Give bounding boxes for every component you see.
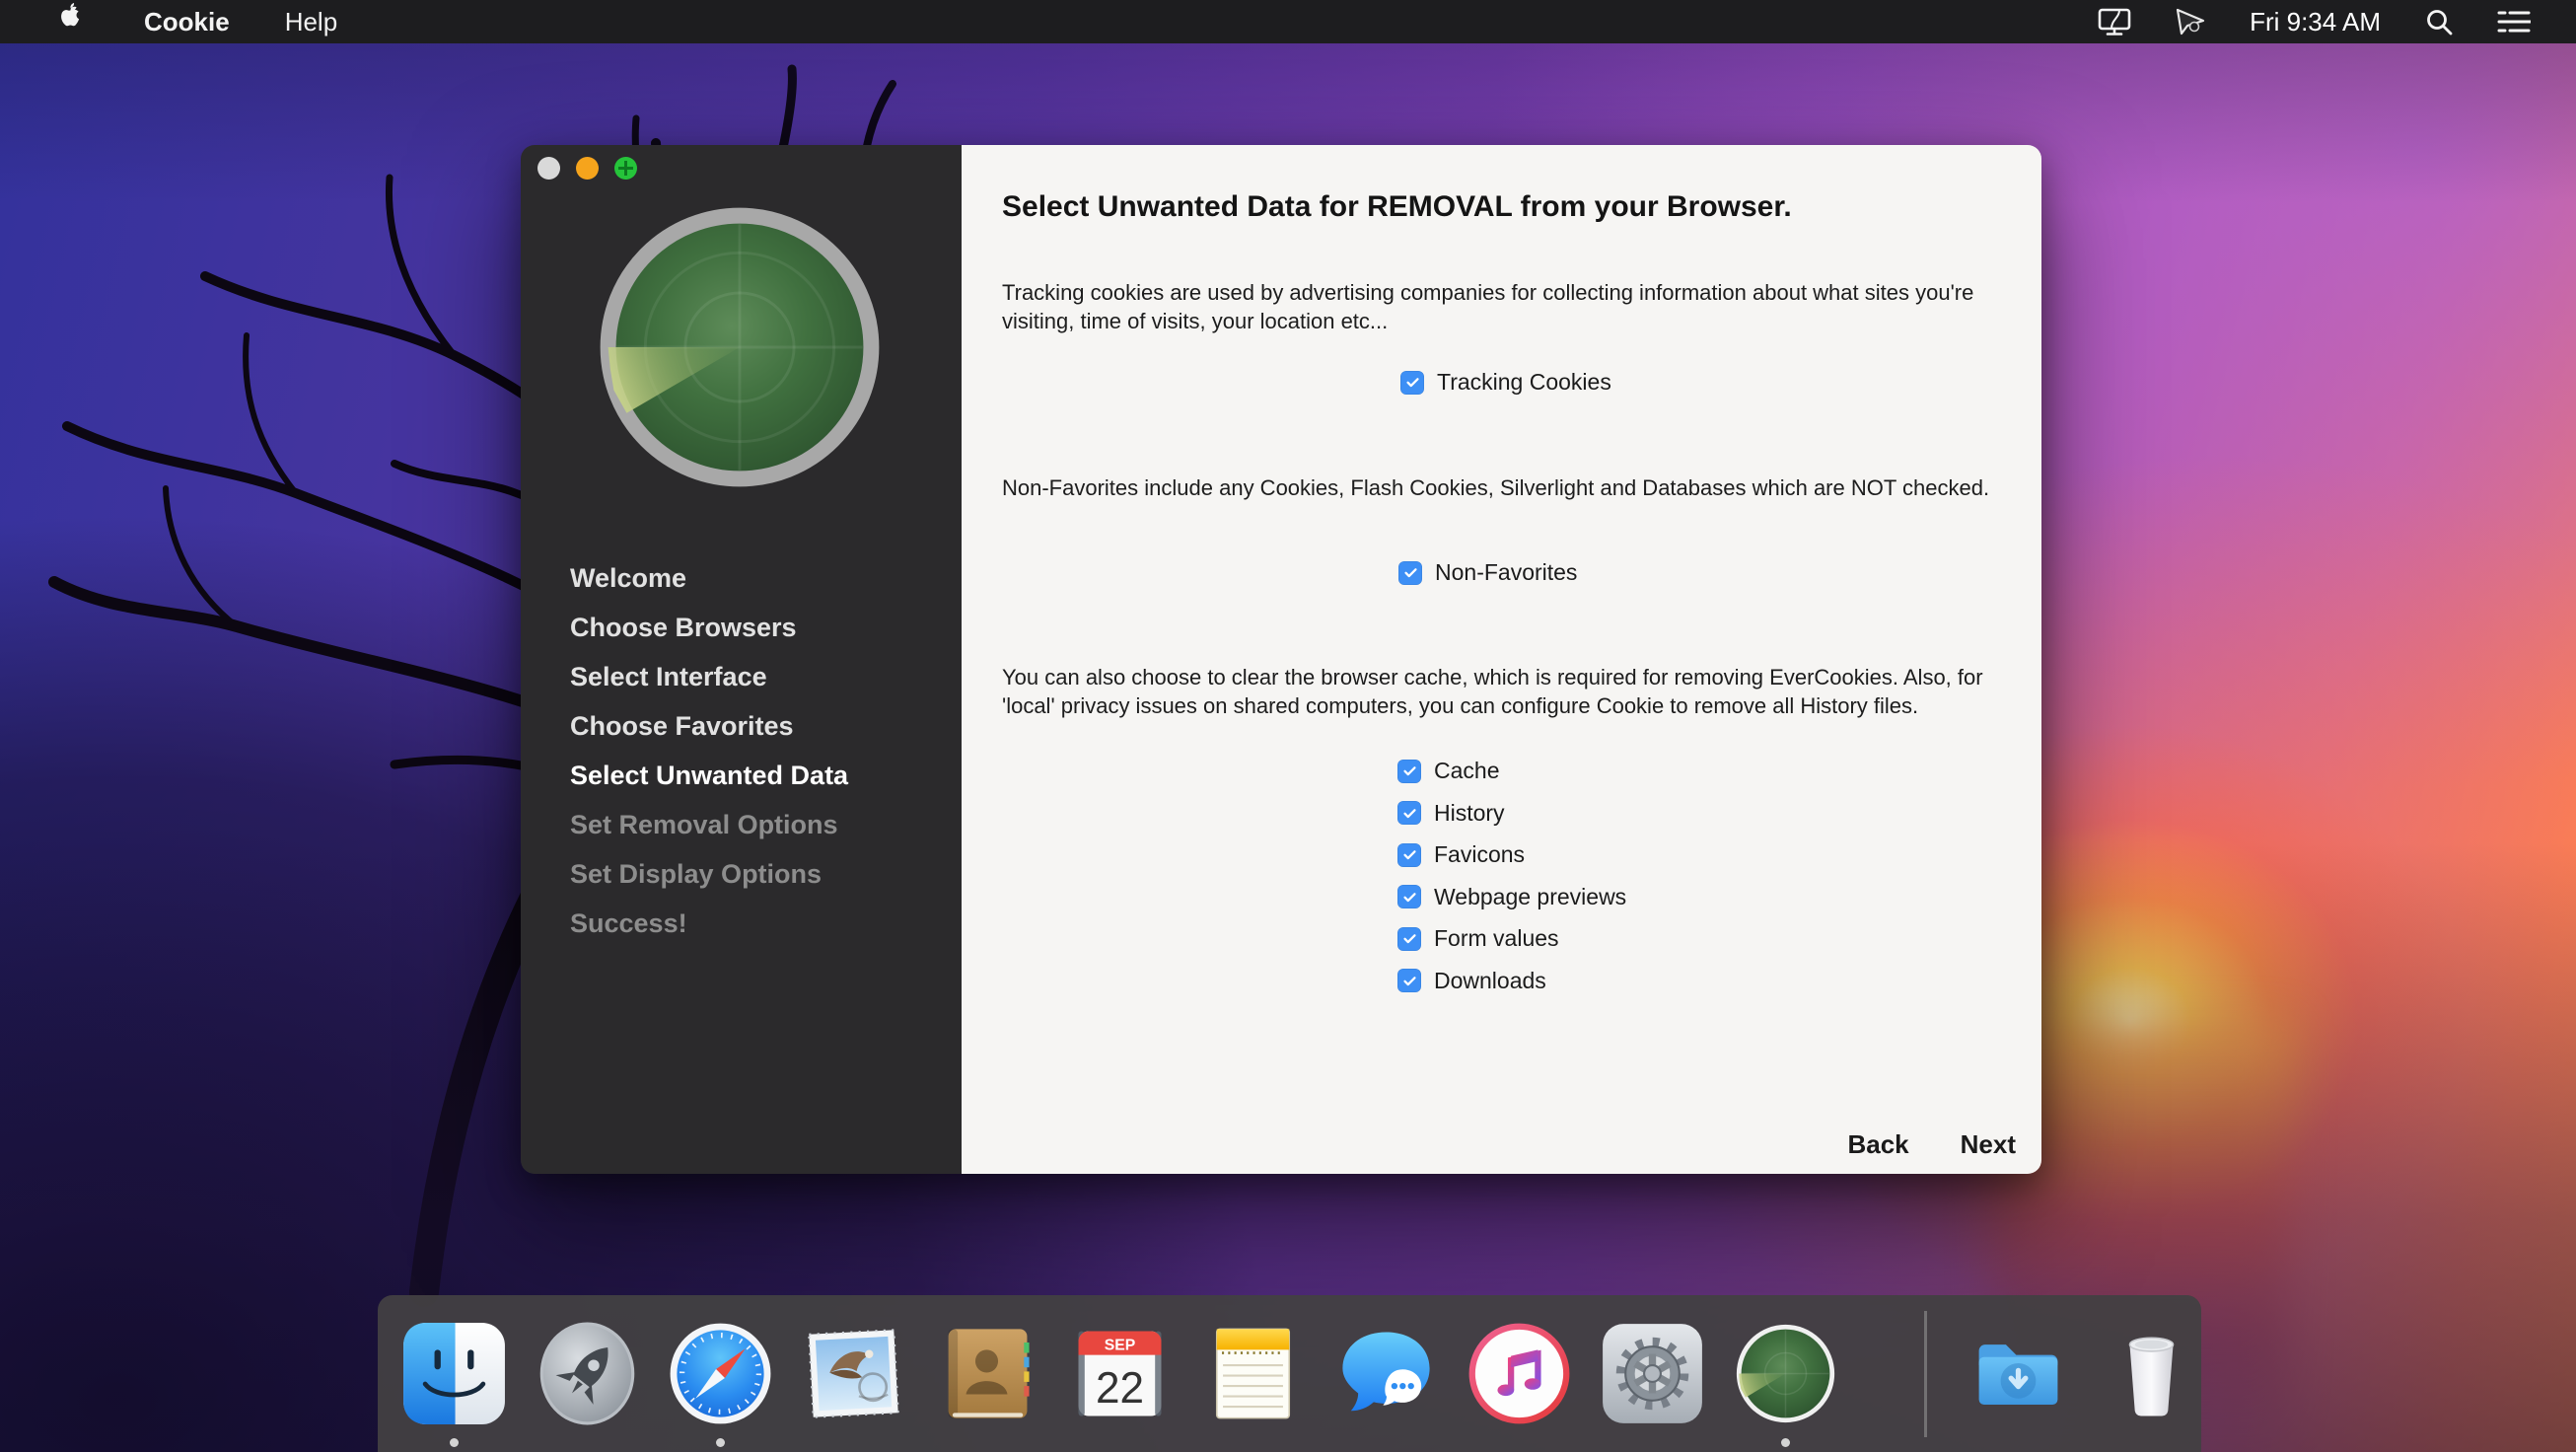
messages-icon [1334, 1322, 1438, 1425]
webpage-previews-label: Webpage previews [1434, 884, 1626, 910]
wizard-footer: Back Next [1847, 1129, 2016, 1160]
tracking-cookies-label: Tracking Cookies [1437, 369, 1611, 396]
step-success: Success! [570, 899, 848, 948]
dock: SEP 22 [378, 1295, 2201, 1452]
desktop: Cookie Help Fri 9:34 AM [0, 0, 2576, 1452]
downloads-label: Downloads [1434, 968, 1546, 994]
safari-icon [669, 1322, 772, 1425]
notes-icon [1201, 1322, 1305, 1425]
running-indicator [1781, 1438, 1790, 1447]
tracking-description: Tracking cookies are used by advertising… [1002, 279, 2003, 335]
radar-icon [597, 204, 883, 495]
finder-icon [402, 1322, 506, 1425]
running-indicator [450, 1438, 459, 1447]
page-title: Select Unwanted Data for REMOVAL from yo… [1002, 190, 1792, 224]
apple-menu[interactable] [34, 0, 112, 43]
favicons-row: Favicons [1397, 841, 1626, 868]
wizard-steps: WelcomeChoose BrowsersSelect InterfaceCh… [570, 553, 848, 948]
search-icon[interactable] [2424, 7, 2454, 36]
step-set-removal-options: Set Removal Options [570, 800, 848, 849]
running-indicator [716, 1438, 725, 1447]
traffic-lights [537, 157, 637, 180]
zoom-button[interactable] [614, 157, 637, 180]
nonfavorites-label: Non-Favorites [1435, 559, 1577, 586]
dock-item-messages[interactable] [1334, 1322, 1438, 1425]
menu-bar-clock[interactable]: Fri 9:34 AM [2250, 7, 2381, 37]
step-choose-favorites: Choose Favorites [570, 701, 848, 751]
calendar-day-label: 22 [1096, 1364, 1144, 1413]
trash-icon [2100, 1322, 2203, 1425]
dock-item-notes[interactable] [1201, 1322, 1305, 1425]
launchpad-icon [536, 1322, 639, 1425]
dock-item-calendar[interactable]: SEP 22 [1068, 1322, 1172, 1425]
back-button[interactable]: Back [1847, 1129, 1908, 1160]
nonfavorites-row: Non-Favorites [1398, 559, 1577, 586]
menu-item-cookie[interactable]: Cookie [120, 0, 253, 43]
minimize-button[interactable] [576, 157, 599, 180]
form-values-label: Form values [1434, 925, 1559, 952]
window-sidebar: WelcomeChoose BrowsersSelect InterfaceCh… [521, 145, 962, 1174]
dock-item-safari[interactable] [669, 1322, 772, 1425]
system-preferences-icon [1601, 1322, 1704, 1425]
step-select-unwanted-data: Select Unwanted Data [570, 751, 848, 800]
tracking-cookies-checkbox[interactable] [1400, 371, 1424, 395]
form-values-checkbox[interactable] [1397, 927, 1421, 951]
itunes-icon [1467, 1322, 1571, 1425]
dock-item-itunes[interactable] [1467, 1322, 1571, 1425]
calendar-icon: SEP 22 [1068, 1322, 1172, 1425]
dock-separator [1924, 1311, 1927, 1437]
webpage-previews-row: Webpage previews [1397, 884, 1626, 910]
cache-checkbox[interactable] [1397, 760, 1421, 783]
dock-item-contacts[interactable] [935, 1322, 1038, 1425]
webpage-previews-checkbox[interactable] [1397, 885, 1421, 908]
tracking-cookies-row: Tracking Cookies [1400, 369, 1611, 396]
step-choose-browsers: Choose Browsers [570, 603, 848, 652]
nonfavorites-checkbox[interactable] [1398, 561, 1422, 585]
nonfavorites-description: Non-Favorites include any Cookies, Flash… [1002, 474, 2003, 503]
window-content: Select Unwanted Data for REMOVAL from yo… [962, 145, 2041, 1174]
downloads-folder-icon [1967, 1322, 2070, 1425]
dock-item-downloads-folder[interactable] [1967, 1322, 2070, 1425]
menu-bar-status-area: Fri 9:34 AM [2098, 7, 2576, 37]
dock-item-launchpad[interactable] [536, 1322, 639, 1425]
cookie-setup-window: WelcomeChoose BrowsersSelect InterfaceCh… [521, 145, 2041, 1174]
display-icon[interactable] [2098, 7, 2131, 36]
step-select-interface: Select Interface [570, 652, 848, 701]
step-set-display-options: Set Display Options [570, 849, 848, 899]
history-label: History [1434, 800, 1505, 827]
pointer-status-icon[interactable] [2175, 7, 2206, 36]
menu-bar-left: Cookie Help [0, 0, 361, 43]
mail-icon [802, 1322, 905, 1425]
history-row: History [1397, 800, 1626, 827]
menu-item-help[interactable]: Help [261, 0, 361, 43]
dock-item-cookie[interactable] [1734, 1322, 1837, 1425]
cache-label: Cache [1434, 758, 1499, 784]
dock-item-trash[interactable] [2100, 1322, 2203, 1425]
apple-icon [57, 1, 83, 31]
contacts-icon [935, 1322, 1038, 1425]
downloads-checkbox[interactable] [1397, 969, 1421, 992]
notification-list-icon[interactable] [2497, 8, 2531, 36]
dock-item-finder[interactable] [402, 1322, 506, 1425]
menu-bar: Cookie Help Fri 9:34 AM [0, 0, 2576, 43]
calendar-month-label: SEP [1105, 1337, 1135, 1353]
dock-item-system-preferences[interactable] [1601, 1322, 1704, 1425]
favicons-label: Favicons [1434, 841, 1525, 868]
cache-row: Cache [1397, 758, 1626, 784]
close-button[interactable] [537, 157, 560, 180]
form-values-row: Form values [1397, 925, 1626, 952]
next-button[interactable]: Next [1961, 1129, 2016, 1160]
dock-item-mail[interactable] [802, 1322, 905, 1425]
history-checkbox[interactable] [1397, 801, 1421, 825]
step-welcome: Welcome [570, 553, 848, 603]
cookie-radar-icon [1734, 1322, 1837, 1425]
favicons-checkbox[interactable] [1397, 843, 1421, 867]
downloads-row: Downloads [1397, 968, 1626, 994]
data-type-checklist: Cache History Favicons Webpage previews Form… [1397, 758, 1626, 1009]
cache-description: You can also choose to clear the browser… [1002, 664, 2003, 720]
